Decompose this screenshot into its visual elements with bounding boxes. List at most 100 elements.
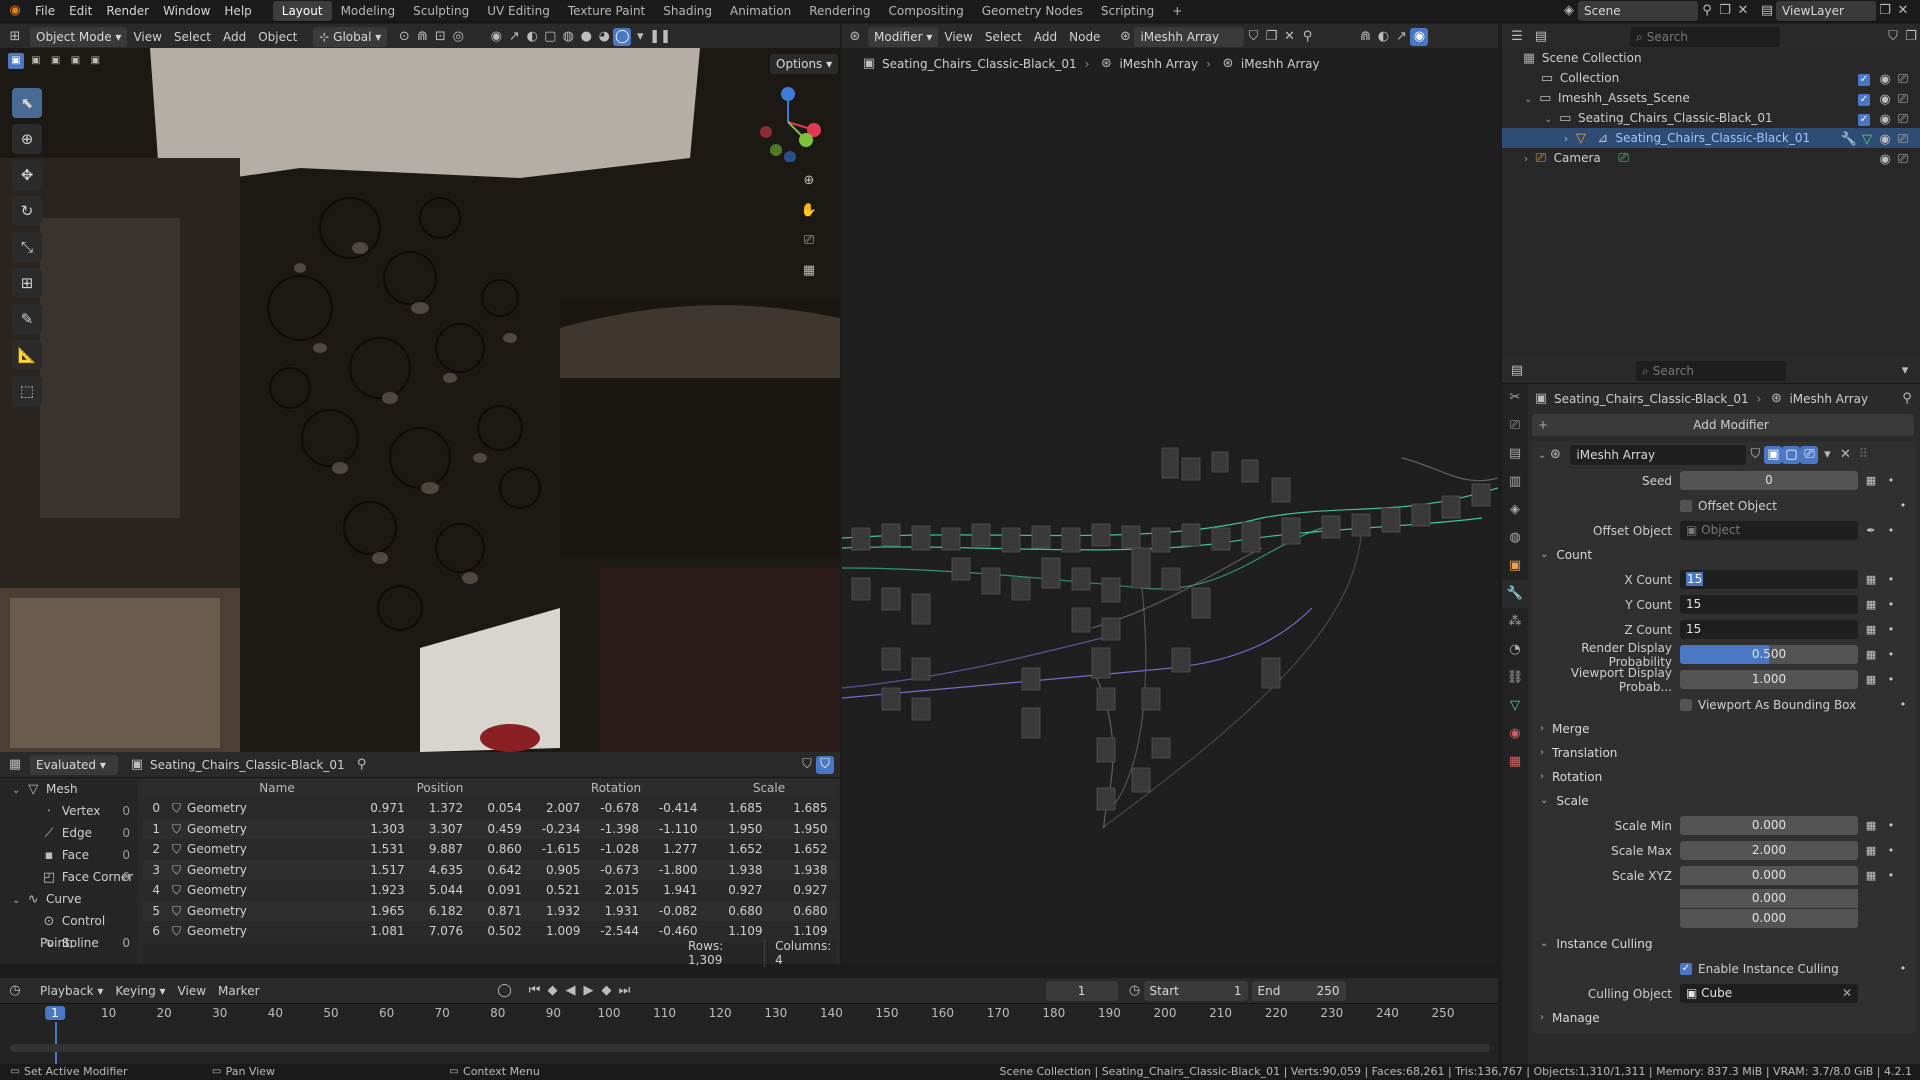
play-reverse-icon[interactable]: ◀ — [562, 982, 580, 1000]
view-layer-field[interactable]: ViewLayer — [1776, 1, 1876, 21]
viewport-bbox-checkbox[interactable] — [1680, 698, 1692, 711]
column-header-name[interactable]: Name — [142, 778, 352, 798]
tab-layout[interactable]: Layout — [272, 1, 332, 21]
edit-mode-toggle-icon[interactable]: ⛉ — [1746, 446, 1764, 464]
render-toggle-icon[interactable]: ⎚ — [1800, 446, 1819, 464]
viewport-menu-object[interactable]: Object — [252, 27, 303, 47]
x-count-keyframe-icon[interactable]: • — [1884, 573, 1898, 587]
offset-object-keyframe-icon[interactable]: • — [1884, 524, 1898, 538]
menu-window[interactable]: Window — [156, 0, 217, 22]
evaluation-mode-dropdown[interactable]: Evaluated ▾ — [30, 754, 118, 775]
eye-icon[interactable]: ◉ — [1876, 151, 1894, 169]
tab-rendering[interactable]: Rendering — [800, 1, 879, 21]
playhead-frame-label[interactable]: 1 — [45, 1006, 65, 1020]
table-row[interactable]: 2 ⛉ Geometry 1.531 9.887 0.860 -1.615 -1.028 1.2… — [142, 839, 836, 860]
select-subtract-icon[interactable]: ▣ — [48, 53, 64, 69]
table-row[interactable]: 4 ⛉ Geometry 1.923 5.044 0.091 0.521 2.015 1.941… — [142, 880, 836, 901]
properties-search-input[interactable]: Search — [1653, 361, 1694, 381]
overlay-icon[interactable]: ◐ — [523, 28, 541, 46]
expand-chevron-icon[interactable]: › — [1524, 154, 1528, 165]
menu-edit[interactable]: Edit — [62, 0, 99, 22]
node-menu-node[interactable]: Node — [1063, 27, 1106, 47]
clear-culling-object-icon[interactable]: ✕ — [1842, 984, 1852, 1003]
annotate-tool-icon[interactable]: ✎ — [12, 304, 42, 334]
tool-tab-icon[interactable]: ✂ — [1502, 384, 1528, 412]
offset-object-field[interactable]: ▣ Object — [1680, 521, 1858, 540]
add-cube-tool-icon[interactable]: ⬚ — [12, 376, 42, 406]
eye-icon[interactable]: ◉ — [1876, 71, 1894, 89]
tab-uv-editing[interactable]: UV Editing — [478, 1, 559, 21]
node-toggle-icon[interactable]: ◉ — [1410, 27, 1429, 46]
menu-render[interactable]: Render — [99, 0, 156, 22]
camera-render-icon[interactable]: ⎚ — [1894, 111, 1912, 129]
viewport-menu-view[interactable]: View — [127, 27, 167, 47]
tab-texture-paint[interactable]: Texture Paint — [559, 1, 654, 21]
end-frame-field[interactable]: End 250 — [1251, 980, 1346, 1001]
outliner-row-camera[interactable]: › ⎚ Camera ⎚ ◉ ⎚ — [1502, 148, 1920, 168]
tree-mesh[interactable]: ⌄ ▽ Mesh — [0, 778, 138, 800]
delete-scene-icon[interactable]: ✕ — [1734, 2, 1752, 20]
outliner-row-assets-scene[interactable]: ⌄ ▭ Imeshh_Assets_Scene ✓ ◉ ⎚ — [1502, 88, 1920, 108]
shading-rendered-icon[interactable]: ◯ — [613, 27, 632, 46]
menu-help[interactable]: Help — [217, 0, 258, 22]
translation-panel-header[interactable]: › Translation — [1532, 741, 1916, 765]
texture-tab-icon[interactable]: ▦ — [1502, 748, 1528, 776]
scale-min-field[interactable]: 0.000 — [1680, 816, 1858, 835]
column-header-rotation[interactable]: Rotation — [528, 778, 704, 798]
select-intersect-icon[interactable]: ▣ — [87, 53, 103, 69]
3d-viewport[interactable]: ▣ ▣ ▣ ▣ ▣ Options ▾ ⊕ ✋ ⎚ ▦ — [0, 48, 840, 752]
jump-start-icon[interactable]: ⏮ — [526, 982, 544, 1000]
shading-options-icon[interactable]: ▾ — [631, 28, 649, 46]
node-editor-type-icon[interactable]: ⊛ — [846, 28, 864, 46]
properties-pin-icon[interactable]: ⚲ — [1898, 390, 1916, 408]
material-tab-icon[interactable]: ◉ — [1502, 720, 1528, 748]
tree-spline[interactable]: ∿ Spline 0 — [0, 932, 138, 948]
scale-min-attribute-toggle-icon[interactable]: ▦ — [1864, 819, 1878, 833]
count-panel-header[interactable]: ⌄ Count — [1532, 543, 1916, 567]
eyedropper-icon[interactable]: ✒ — [1864, 524, 1878, 538]
node-editor-mode-dropdown[interactable]: Modifier ▾ — [868, 26, 939, 47]
viewport-toggle-icon[interactable]: ▢ — [1782, 446, 1801, 464]
seed-field[interactable]: 0 — [1680, 471, 1858, 490]
node-snap-icon[interactable]: ⋒ — [1356, 28, 1374, 46]
jump-end-icon[interactable]: ⏭ — [616, 982, 634, 1000]
outliner-row-collection[interactable]: ▭ Collection ✓ ◉ ⎚ — [1502, 68, 1920, 88]
node-overlay-icon[interactable]: ◐ — [1374, 28, 1392, 46]
measure-tool-icon[interactable]: 📐 — [12, 340, 42, 370]
proportional-edit-icon[interactable]: ◎ — [449, 28, 467, 46]
scale-panel-header[interactable]: ⌄ Scale — [1532, 789, 1916, 813]
exclude-checkbox[interactable]: ✓ — [1858, 93, 1870, 106]
tab-geometry-nodes[interactable]: Geometry Nodes — [973, 1, 1092, 21]
render-prob-keyframe-icon[interactable]: • — [1884, 648, 1898, 662]
table-row[interactable]: 0 ⛉ Geometry 0.971 1.372 0.054 2.007 -0.678 -0.4… — [142, 798, 836, 819]
y-count-field[interactable]: 15 — [1680, 595, 1858, 614]
offset-object-checkbox[interactable] — [1680, 499, 1692, 512]
mode-dropdown[interactable]: Object Mode ▾ — [30, 26, 128, 47]
tab-compositing[interactable]: Compositing — [879, 1, 972, 21]
menu-file[interactable]: File — [28, 0, 62, 22]
tab-modeling[interactable]: Modeling — [332, 1, 405, 21]
rotation-panel-header[interactable]: › Rotation — [1532, 765, 1916, 789]
shading-material-icon[interactable]: ◕ — [595, 28, 613, 46]
properties-options-icon[interactable]: ▾ — [1896, 362, 1914, 380]
outliner-display-mode-icon[interactable]: ▤ — [1532, 28, 1550, 46]
spreadsheet-pin-icon[interactable]: ⚲ — [353, 756, 371, 774]
table-row[interactable]: 3 ⛉ Geometry 1.517 4.635 0.642 0.905 -0.673 -1.8… — [142, 859, 836, 880]
tree-face[interactable]: ▪ Face 0 — [0, 844, 138, 866]
outliner-type-icon[interactable]: ☰ — [1508, 28, 1526, 46]
tree-control-point[interactable]: ⊙ Control Point 0 — [0, 910, 138, 950]
column-header-scale[interactable]: Scale — [704, 778, 834, 798]
y-count-keyframe-icon[interactable]: • — [1884, 598, 1898, 612]
tab-shading[interactable]: Shading — [654, 1, 721, 21]
expand-chevron-icon[interactable]: ⌄ — [1524, 94, 1532, 105]
node-menu-add[interactable]: Add — [1028, 27, 1063, 47]
modifier-collapse-chevron-icon[interactable]: ⌄ — [1538, 450, 1546, 461]
on-cage-toggle-icon[interactable]: ▣ — [1764, 446, 1783, 464]
mesh-data-icon[interactable]: ▽ — [1858, 131, 1876, 149]
render-prob-attribute-toggle-icon[interactable]: ▦ — [1864, 648, 1878, 662]
scale-z-field[interactable]: 0.000 — [1680, 908, 1858, 928]
physics-tab-icon[interactable]: ◔ — [1502, 636, 1528, 664]
timeline-scrollbar[interactable] — [10, 1044, 1490, 1052]
pause-render-icon[interactable]: ❚❚ — [649, 28, 671, 46]
properties-type-icon[interactable]: ▤ — [1508, 362, 1526, 380]
